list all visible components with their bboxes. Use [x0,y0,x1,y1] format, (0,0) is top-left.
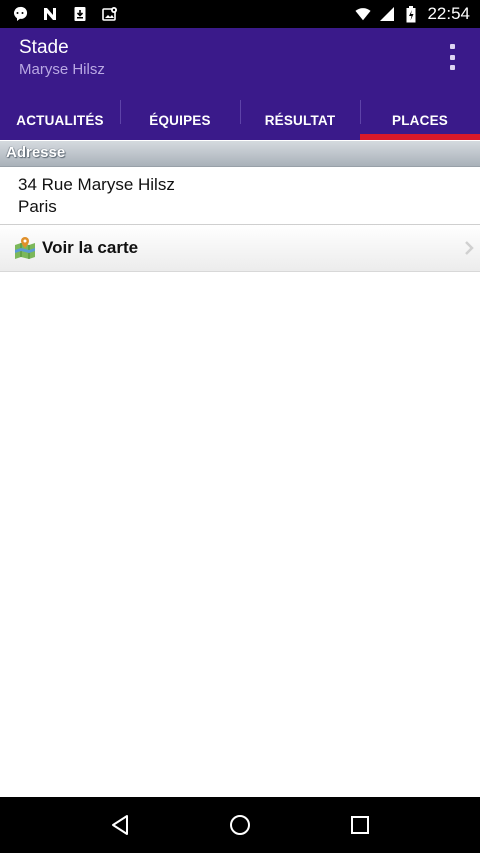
map-icon [14,237,36,259]
section-header-adresse: Adresse [0,141,480,167]
page-title: Stade [19,37,69,58]
n-logo-icon [42,6,58,22]
system-nav-bar [0,797,480,853]
recents-button[interactable] [340,805,380,845]
system-icons: 22:54 [355,4,480,24]
back-icon [112,815,128,835]
clock: 22:54 [427,4,470,23]
tab-bar: ACTUALITÉS ÉQUIPES RÉSULTAT PLACES [0,100,480,140]
download-icon [72,6,88,22]
overflow-menu-icon[interactable] [446,44,458,70]
battery-icon [403,5,419,22]
tab-label: ACTUALITÉS [16,112,104,128]
wifi-icon [355,6,372,22]
section-header-label: Adresse [6,144,66,161]
tab-label: ÉQUIPES [149,112,211,128]
address-street: 34 Rue Maryse Hilsz [18,175,175,194]
tab-label: RÉSULTAT [264,112,336,128]
chat-bubble-icon [12,6,28,22]
tab-equipes[interactable]: ÉQUIPES [120,100,240,140]
tab-resultat[interactable]: RÉSULTAT [240,100,360,140]
tab-places[interactable]: PLACES [360,100,480,140]
home-icon [230,815,250,835]
chevron-right-icon [464,240,474,256]
status-bar: 22:54 [0,0,480,28]
tab-actualites[interactable]: ACTUALITÉS [0,100,120,140]
view-map-label: Voir la carte [42,238,139,257]
notification-icons [0,6,118,22]
recents-icon [351,816,369,834]
view-map-row[interactable]: Voir la carte [0,225,480,272]
tab-label: PLACES [392,112,448,128]
signal-icon [379,6,395,22]
page-subtitle: Maryse Hilsz [19,61,105,78]
address-city: Paris [18,197,57,216]
back-button[interactable] [100,805,140,845]
app-bar: Stade Maryse Hilsz ACTUALITÉS ÉQUIPES RÉ… [0,28,480,140]
photo-icon [102,6,118,22]
address-block: 34 Rue Maryse Hilsz Paris [0,167,480,225]
home-button[interactable] [220,805,260,845]
